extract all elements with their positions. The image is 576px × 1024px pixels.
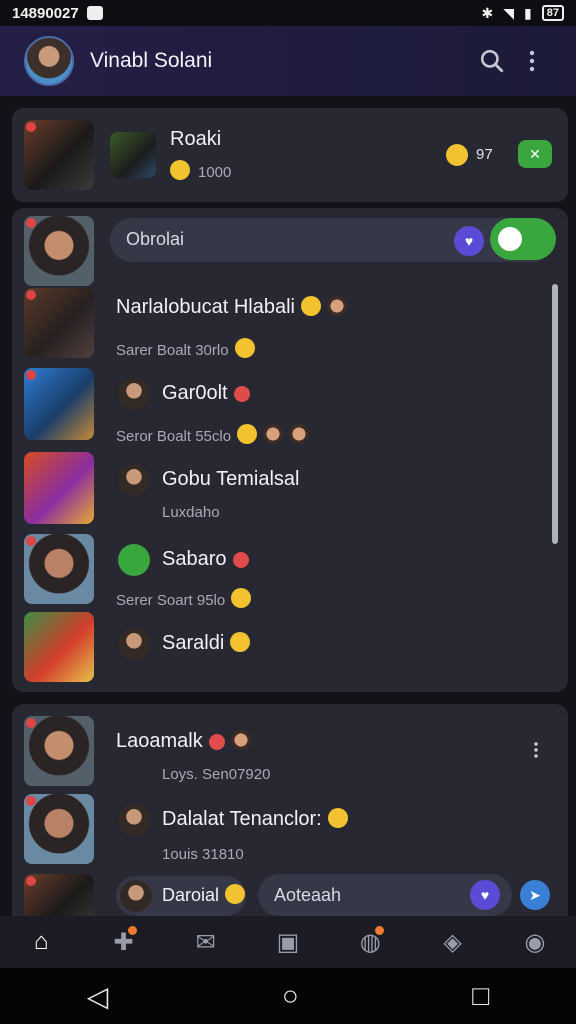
sender-avatar	[118, 628, 150, 660]
chat-avatar	[24, 612, 94, 682]
chat-title-text: Narlalobucat Hlabali	[116, 296, 295, 318]
chat-title: Dalalat Tenanclor:	[162, 808, 348, 831]
recents-icon[interactable]: □	[472, 980, 489, 1012]
chat-subtitle: Sarer Boalt 30rlo	[116, 338, 255, 359]
heart-icon[interactable]: ♥	[470, 880, 500, 910]
emoji-icon	[446, 144, 468, 166]
chat-title: Sabaro	[162, 548, 249, 571]
chat-subtitle-text: Seror Boalt 55clo	[116, 428, 232, 445]
pinned-count: 97	[476, 146, 493, 163]
x-icon[interactable]: ✕	[518, 140, 552, 168]
group-thumbnail	[110, 132, 156, 178]
status-bar: 14890027 ✱ ◥ ▮ 87	[0, 0, 576, 26]
chat-subtitle: Serer Soart 95lo	[116, 588, 252, 609]
chat-title: Gar0olt	[162, 382, 250, 405]
home-icon[interactable]: ⌂	[19, 920, 63, 964]
signal-icon: ▮	[524, 4, 532, 21]
mail-icon[interactable]: ✉	[184, 920, 228, 964]
emoji-icon	[289, 424, 310, 444]
chat-subtitle-text: Serer Soart 95lo	[116, 592, 226, 609]
scrollbar[interactable]	[552, 284, 558, 544]
unread-icon	[232, 552, 249, 568]
controller-icon[interactable]: ◉	[513, 920, 557, 964]
more-vert-icon[interactable]	[516, 730, 556, 770]
emoji-icon	[326, 296, 347, 316]
sender-avatar	[120, 880, 152, 912]
chat-title-text: Gar0olt	[162, 382, 228, 404]
pinned-title: Roaki	[170, 128, 222, 150]
emoji-icon	[234, 338, 255, 358]
system-nav: ◁ ○ □	[0, 968, 576, 1024]
status-time: 14890027	[12, 4, 79, 22]
pin-icon	[208, 734, 225, 750]
chat-title: Laoamalk	[116, 730, 251, 753]
wifi-icon: ◥	[503, 4, 515, 21]
pinned-card[interactable]: Roaki 1000 97 ✕	[12, 108, 568, 202]
emoji-icon	[263, 424, 284, 444]
sender-avatar	[118, 464, 150, 496]
chat-title: Daroial	[162, 884, 246, 906]
chat-title-text: Saraldi	[162, 632, 225, 654]
chat-subtitle: Luxdaho	[162, 504, 220, 521]
pinned-subtitle: 1000	[170, 160, 231, 181]
bottom-nav: ⌂ ✚ ✉ ▣ ◍ ◈ ◉	[0, 916, 576, 968]
app-title: Vinabl Solani	[90, 49, 213, 72]
battery-icon: 87	[541, 5, 564, 21]
emoji-icon	[231, 588, 252, 608]
app-bar: Vinabl Solani	[0, 26, 576, 96]
unread-icon	[233, 386, 250, 402]
more-vert-icon[interactable]	[512, 41, 552, 81]
message-input-placeholder: Obrolai	[126, 229, 185, 249]
smile-icon	[170, 160, 190, 180]
chat-subtitle-text: Sarer Boalt 30rlo	[116, 342, 229, 359]
profile-avatar[interactable]	[24, 36, 74, 86]
back-icon[interactable]: ◁	[87, 980, 109, 1013]
user-thumbnail	[24, 216, 94, 286]
conversation-card[interactable]: Obrolai ♥ Narlalobucat Hlabali Sarer Boa…	[12, 208, 568, 692]
chat-title: Narlalobucat Hlabali	[116, 296, 347, 319]
sim-icon	[86, 6, 103, 20]
chat-avatar	[24, 288, 94, 358]
chat-subtitle: Loys. Sen07920	[162, 766, 271, 783]
chat-avatar	[24, 716, 94, 786]
chat-title-text: Sabaro	[162, 548, 227, 570]
toggle-switch[interactable]	[490, 218, 556, 260]
emoji-icon	[230, 632, 251, 652]
bluetooth-icon: ✱	[481, 4, 494, 21]
emoji-icon	[225, 884, 246, 904]
chat-avatar	[24, 368, 94, 440]
chat-avatar	[24, 534, 94, 604]
chat-title: Saraldi	[162, 632, 251, 655]
send-icon[interactable]: ➤	[520, 880, 550, 910]
sender-avatar	[118, 544, 150, 576]
chat-avatar	[24, 452, 94, 524]
sender-avatar	[118, 804, 150, 836]
game-thumbnail	[24, 120, 94, 190]
home-circle-icon[interactable]: ○	[282, 980, 299, 1012]
badge-icon[interactable]: ◈	[431, 920, 475, 964]
shield-icon[interactable]: ◍	[348, 920, 392, 964]
battery-level: 87	[546, 7, 559, 19]
reply-input-placeholder: Aoteaah	[274, 885, 342, 905]
conversation-card[interactable]: Laoamalk Loys. Sen07920 Dalalat Tenanclo…	[12, 704, 568, 916]
chat-title-text: Daroial	[162, 885, 220, 905]
emoji-icon	[300, 296, 321, 316]
pinned-subtitle-text: 1000	[198, 164, 232, 181]
puzzle-icon[interactable]: ✚	[101, 920, 145, 964]
chat-title-text: Laoamalk	[116, 730, 203, 752]
chat-avatar	[24, 794, 94, 864]
sender-avatar	[118, 378, 150, 410]
search-icon[interactable]	[472, 41, 512, 81]
emoji-icon	[237, 424, 258, 444]
game-icon[interactable]: ▣	[266, 920, 310, 964]
emoji-icon	[230, 730, 251, 750]
emoji-icon	[327, 808, 348, 828]
heart-icon[interactable]: ♥	[454, 226, 484, 256]
chat-avatar	[24, 874, 94, 916]
chat-title-text: Dalalat Tenanclor:	[162, 808, 322, 830]
chat-list[interactable]: Roaki 1000 97 ✕ Obrolai ♥ Narlalobucat H…	[0, 96, 576, 916]
chat-title: Gobu Temialsal	[162, 468, 300, 490]
chat-subtitle: 1ouis 31810	[162, 846, 244, 863]
chat-subtitle: Seror Boalt 55clo	[116, 424, 310, 445]
